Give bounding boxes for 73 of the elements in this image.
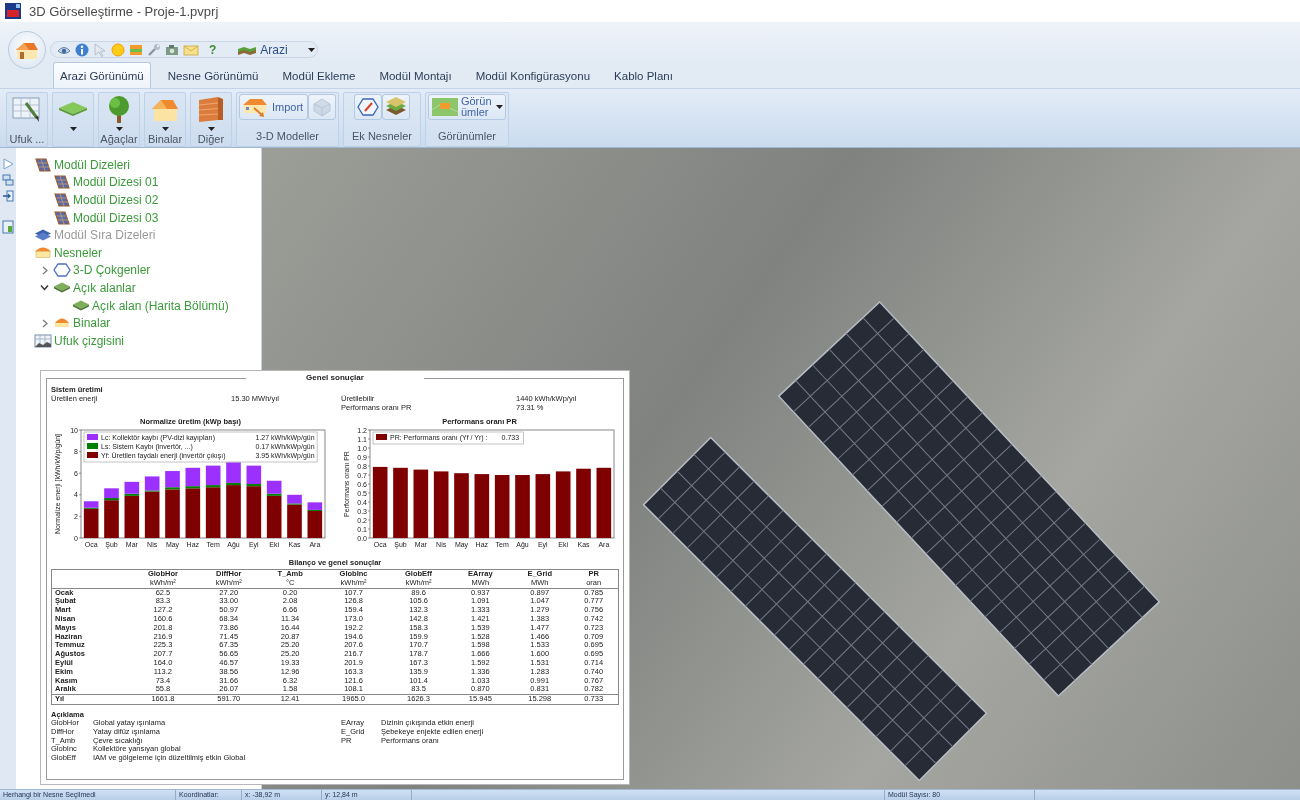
caret-icon bbox=[308, 47, 316, 52]
grid-icon bbox=[34, 333, 52, 348]
ribbon-tab[interactable]: Arazi Görünümü bbox=[53, 62, 151, 88]
window-title: 3D Görselleştirme - Proje-1.pvprj bbox=[29, 3, 219, 19]
ribbon-button[interactable] bbox=[52, 92, 94, 147]
help-button[interactable]: ? bbox=[207, 42, 219, 57]
tree-item[interactable]: 3-D Çokgenler bbox=[40, 261, 151, 280]
app-menu-button[interactable] bbox=[8, 31, 46, 69]
sheet-icon[interactable] bbox=[2, 220, 14, 234]
arrow-icon[interactable] bbox=[2, 190, 14, 202]
ribbon-tab[interactable]: Kablo Planı bbox=[602, 62, 685, 88]
ribbon-tab[interactable]: Modül Montajı bbox=[367, 62, 464, 88]
camera-icon[interactable] bbox=[165, 42, 179, 57]
ribbon-button[interactable]: Ufuk ... bbox=[6, 92, 48, 147]
terrain-icon bbox=[238, 44, 257, 55]
info-icon[interactable] bbox=[75, 42, 89, 57]
tree-item[interactable]: Ufuk çizgisini bbox=[34, 331, 125, 350]
windows-icon[interactable] bbox=[2, 174, 14, 186]
chevron-down-icon[interactable] bbox=[40, 283, 49, 293]
bar bbox=[454, 473, 469, 538]
ground-plane-icon bbox=[58, 100, 88, 117]
house-icon bbox=[15, 40, 39, 60]
hexagon-icon bbox=[356, 96, 379, 118]
grid-pencil-icon bbox=[12, 94, 42, 123]
ribbon-tab[interactable]: Nesne Görünümü bbox=[155, 62, 271, 88]
ribbon-button[interactable] bbox=[381, 94, 410, 120]
ribbon-button[interactable]: Diğer bbox=[190, 92, 232, 147]
solar-panel-icon bbox=[53, 193, 71, 207]
app-logo-icon bbox=[5, 3, 21, 19]
tree-item[interactable]: Modül Dizesi 01 bbox=[53, 173, 159, 192]
bar bbox=[515, 475, 530, 538]
envelope-icon[interactable] bbox=[183, 42, 199, 57]
house-arrow-icon bbox=[242, 96, 270, 118]
brick-wall-icon bbox=[196, 94, 226, 123]
map-tile-icon bbox=[430, 96, 459, 118]
tree-item[interactable]: Binalar bbox=[40, 314, 111, 332]
dome-icon bbox=[53, 318, 71, 329]
ribbon-tab[interactable]: Modül Ekleme bbox=[270, 62, 368, 88]
ribbon-tab[interactable]: Modül Konfigürasyonu bbox=[463, 62, 603, 88]
bar bbox=[393, 467, 408, 538]
wrench-icon[interactable] bbox=[147, 42, 161, 57]
ground-plane-icon bbox=[72, 300, 90, 312]
cube-icon bbox=[311, 96, 333, 118]
tree-item[interactable]: Modül Dizesi 03 bbox=[53, 208, 159, 227]
ribbon-button[interactable]: Ağaçlar bbox=[98, 92, 140, 147]
group-label: Görünümler bbox=[436, 130, 497, 143]
solar-panel-icon bbox=[53, 175, 71, 190]
report-title: Genel sonuçlar bbox=[305, 373, 365, 383]
bar bbox=[576, 468, 591, 538]
group-label: 3-D Modeller bbox=[255, 130, 320, 143]
ribbon-button[interactable]: Görünümler bbox=[427, 94, 506, 120]
layers-icon bbox=[384, 96, 407, 118]
group-label: Ek Nesneler bbox=[351, 130, 413, 143]
tree-item[interactable]: Modül Dizesi 02 bbox=[53, 191, 159, 209]
ribbon-button[interactable]: Import bbox=[239, 94, 308, 120]
solar-panel-icon bbox=[53, 210, 71, 225]
solar-panel-icon bbox=[34, 157, 52, 172]
tree-item[interactable]: Modül Dizeleri bbox=[34, 156, 131, 174]
hexagon-icon bbox=[53, 263, 71, 278]
ribbon-button[interactable] bbox=[353, 94, 382, 120]
house-icon bbox=[34, 247, 52, 259]
chevron-right-icon[interactable] bbox=[40, 265, 49, 275]
ground-plane-icon bbox=[53, 282, 71, 294]
view-dropdown[interactable]: Arazi bbox=[234, 42, 320, 57]
stacked-panels-icon bbox=[34, 229, 52, 242]
panel-icon[interactable] bbox=[129, 42, 143, 57]
chevron-right-icon[interactable] bbox=[40, 318, 49, 328]
tree-item[interactable]: Açık alanlar bbox=[40, 279, 136, 297]
tree-item[interactable]: Açık alan (Harita Bölümü) bbox=[72, 296, 229, 315]
tree-item[interactable]: Nesneler bbox=[34, 243, 103, 262]
ribbon-button[interactable]: Binalar bbox=[144, 92, 186, 147]
play-icon[interactable] bbox=[2, 158, 14, 170]
sun-icon[interactable] bbox=[111, 42, 125, 57]
